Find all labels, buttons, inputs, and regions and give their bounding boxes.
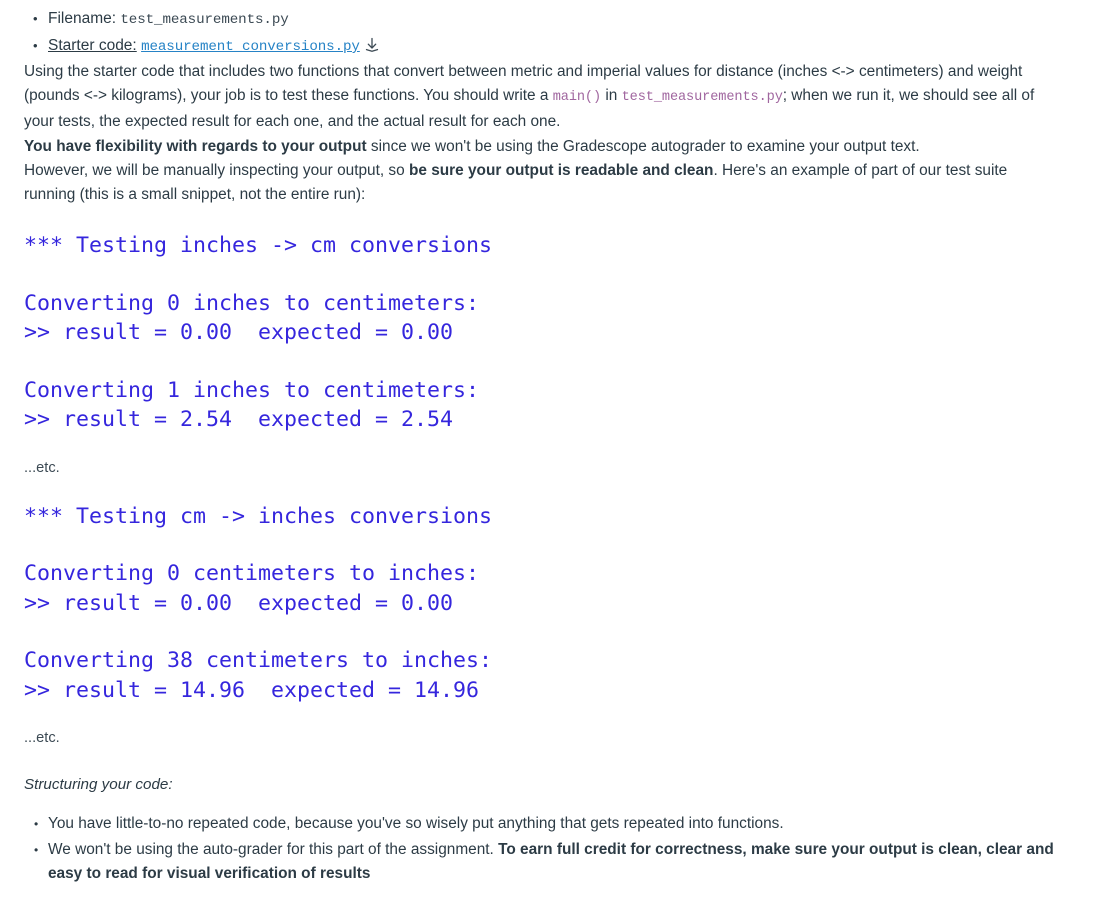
download-icon[interactable] (365, 37, 379, 53)
list-item-starter-code: Starter code: measurement_conversions.py (24, 33, 1074, 60)
output-section2-case2: Converting 38 centimeters to inches: >> … (24, 646, 1074, 705)
output-section1-heading: *** Testing inches -> cm conversions (24, 233, 493, 259)
output-case-line2: >> result = 2.54 expected = 2.54 (24, 407, 454, 433)
output-section1-case1: Converting 0 inches to centimeters: >> r… (24, 289, 1074, 348)
intro-text-part2: in (601, 87, 622, 105)
flexibility-bold-clean: be sure your output is readable and clea… (408, 161, 714, 179)
flexibility-text-2: However, we will be manually inspecting … (24, 161, 409, 179)
flexibility-paragraph: You have flexibility with regards to you… (24, 135, 1040, 208)
output-section2-heading: *** Testing cm -> inches conversions (24, 503, 493, 529)
inline-code-test-measurements: test_measurements.py (621, 90, 783, 106)
output-case-line1: Converting 38 centimeters to inches: (24, 648, 493, 674)
starter-code-label: Starter code: (48, 37, 137, 54)
assignment-document: Filename: test_measurements.py Starter c… (0, 0, 1098, 886)
list-item-filename: Filename: test_measurements.py (24, 6, 1074, 33)
structuring-heading: Structuring your code: (24, 776, 173, 794)
output-case-line1: Converting 0 centimeters to inches: (24, 561, 480, 587)
bullet-text: We won't be using the auto-grader for th… (48, 840, 499, 858)
output-case-line2: >> result = 0.00 expected = 0.00 (24, 320, 454, 346)
starter-code-link[interactable]: measurement_conversions.py (141, 39, 360, 55)
output-section2-case1: Converting 0 centimeters to inches: >> r… (24, 559, 1074, 618)
inline-code-main: main() (552, 90, 602, 106)
bullet-text: You have little-to-no repeated code, bec… (48, 815, 784, 833)
output-section2-etc: ...etc. (24, 730, 60, 747)
output-case-line2: >> result = 0.00 expected = 0.00 (24, 590, 454, 616)
filename-label: Filename: (48, 10, 117, 27)
output-case-line1: Converting 1 inches to centimeters: (24, 377, 480, 403)
flexibility-bold-lead: You have flexibility with regards to you… (24, 137, 367, 155)
flexibility-text-1: since we won't be using the Gradescope a… (366, 137, 920, 155)
list-item-no-repeat: You have little-to-no repeated code, bec… (24, 812, 1064, 837)
file-info-list: Filename: test_measurements.py Starter c… (24, 6, 1074, 60)
output-section1-etc: ...etc. (24, 459, 60, 476)
output-case-line1: Converting 0 inches to centimeters: (24, 290, 480, 316)
structuring-bullet-list: You have little-to-no repeated code, bec… (24, 812, 1074, 886)
output-case-line2: >> result = 14.96 expected = 14.96 (24, 677, 480, 703)
filename-value: test_measurements.py (120, 12, 289, 28)
output-section1-case2: Converting 1 inches to centimeters: >> r… (24, 376, 1074, 435)
intro-paragraph: Using the starter code that includes two… (24, 60, 1040, 135)
list-item-full-credit: We won't be using the auto-grader for th… (24, 838, 1064, 887)
